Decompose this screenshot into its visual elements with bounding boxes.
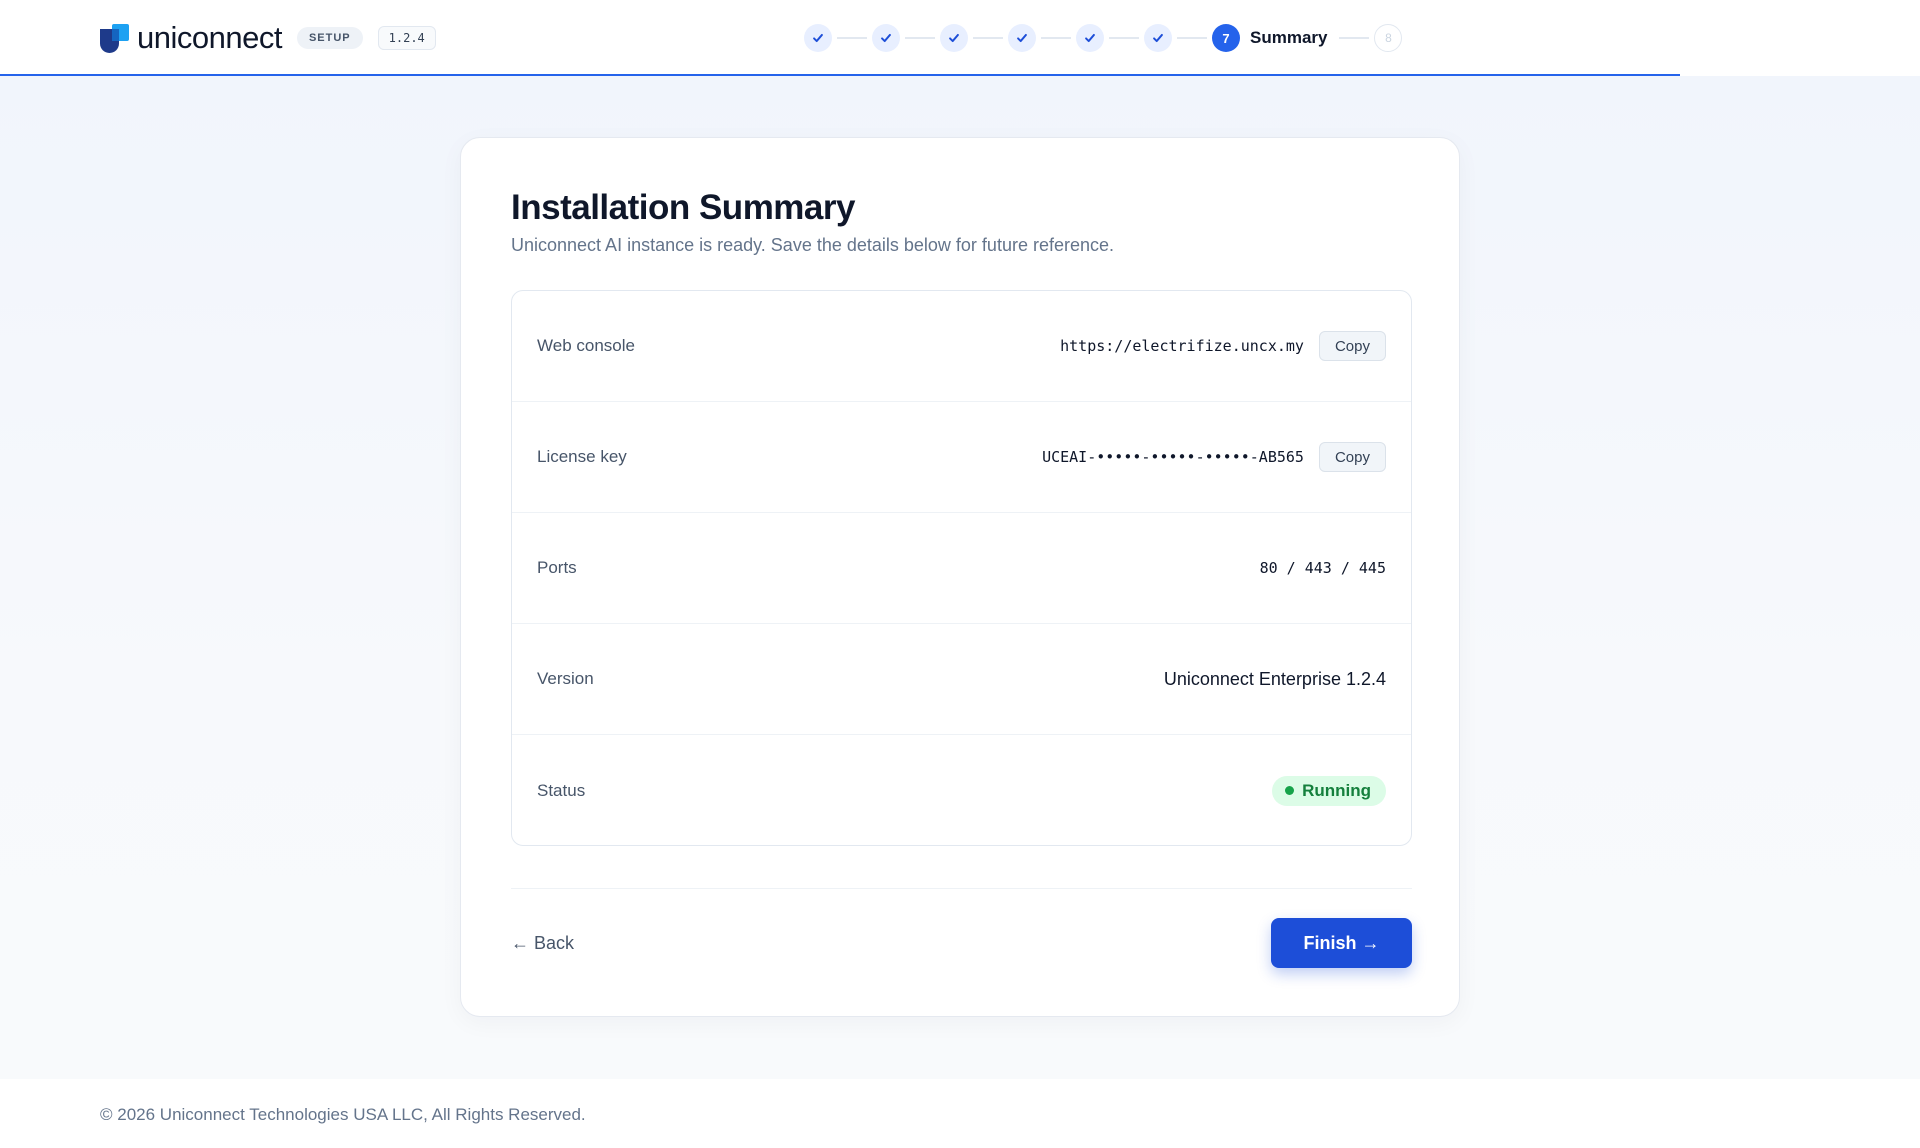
detail-row-web-console: Web console https://electrifize.uncx.my …	[512, 291, 1411, 402]
summary-card: Installation Summary Uniconnect AI insta…	[460, 137, 1460, 1017]
brand-wordmark: uniconnect	[137, 20, 282, 55]
page-subtitle: Uniconnect AI instance is ready. Save th…	[511, 235, 1114, 255]
license-key-value: UCEAI-•••••-•••••-•••••-AB565	[1042, 448, 1304, 466]
step-6-complete-icon	[1144, 24, 1172, 52]
step-8-upcoming: 8	[1374, 24, 1403, 52]
page-title: Installation Summary	[511, 188, 855, 227]
step-1-complete-icon	[804, 24, 832, 52]
detail-row-version: Version Uniconnect Enterprise 1.2.4	[512, 624, 1411, 735]
status-badge: Running	[1272, 775, 1386, 806]
detail-row-ports: Ports 80 / 443 / 445	[512, 513, 1411, 624]
web-console-url: https://electrifize.uncx.my	[1060, 337, 1304, 355]
status-dot-icon	[1285, 786, 1295, 795]
version-value: Uniconnect Enterprise 1.2.4	[1163, 668, 1386, 689]
step-connector	[1177, 37, 1207, 39]
brand: uniconnect SETUP 1.2.4	[100, 20, 436, 56]
step-5-complete-icon	[1076, 24, 1104, 52]
ports-value: 80 / 443 / 445	[1259, 559, 1386, 577]
page-footer: © 2026 Uniconnect Technologies USA LLC, …	[0, 1079, 1920, 1148]
finish-button[interactable]: Finish →	[1271, 918, 1412, 968]
detail-row-status: Status Running	[512, 735, 1411, 845]
step-3-complete-icon	[940, 24, 968, 52]
detail-label: Status	[537, 780, 586, 800]
detail-label: Ports	[537, 558, 577, 577]
setup-stepper: 7 Summary 8	[804, 23, 1403, 53]
detail-label: License key	[537, 447, 627, 466]
step-connector	[905, 37, 935, 39]
status-text: Running	[1302, 780, 1371, 800]
step-2-complete-icon	[872, 24, 900, 52]
detail-label: Web console	[537, 336, 635, 355]
copy-license-key-button[interactable]: Copy	[1318, 442, 1386, 472]
back-button[interactable]: ← Back	[511, 933, 574, 954]
step-connector	[1041, 37, 1071, 39]
step-connector	[1339, 37, 1370, 39]
setup-badge: SETUP	[296, 27, 363, 49]
step-connector	[973, 37, 1003, 39]
copy-web-console-button[interactable]: Copy	[1318, 331, 1386, 361]
step-4-complete-icon	[1008, 24, 1036, 52]
step-connector	[1109, 37, 1139, 39]
details-panel: Web console https://electrifize.uncx.my …	[511, 290, 1412, 846]
step-connector	[837, 37, 867, 39]
version-chip: 1.2.4	[377, 26, 436, 50]
copyright-text: © 2026 Uniconnect Technologies USA LLC, …	[100, 1105, 586, 1124]
top-header: uniconnect SETUP 1.2.4 7 Summary 8	[0, 0, 1920, 75]
step-7-current: 7	[1212, 24, 1240, 52]
uniconnect-logo-icon	[100, 22, 130, 54]
main-area: Installation Summary Uniconnect AI insta…	[0, 76, 1920, 1079]
footer-divider	[511, 888, 1412, 889]
detail-row-license-key: License key UCEAI-•••••-•••••-•••••-AB56…	[512, 402, 1411, 513]
current-step-label: Summary	[1250, 28, 1328, 47]
detail-label: Version	[537, 669, 594, 688]
